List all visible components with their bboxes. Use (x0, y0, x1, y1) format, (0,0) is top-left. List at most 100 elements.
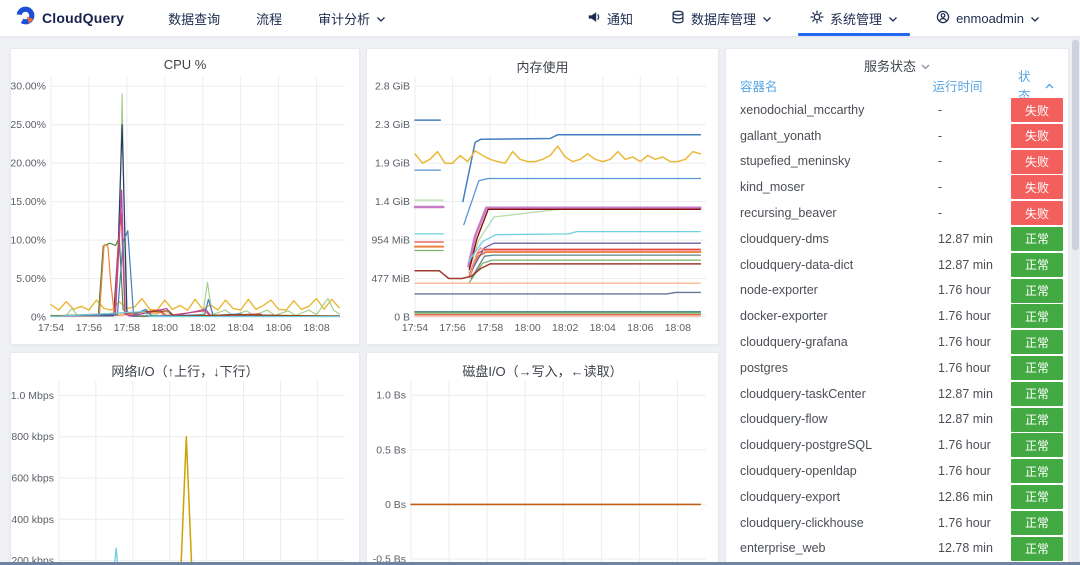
table-row[interactable]: cloudquery-clickhouse 1.76 hour 正常 (726, 510, 1068, 536)
container-name-cell: gallant_yonath (740, 128, 822, 143)
nav-item-6[interactable]: enmoadmin (922, 0, 1054, 36)
svg-text:18:08: 18:08 (303, 322, 329, 334)
table-row[interactable]: stupefied_meninsky - 失败 (726, 149, 1068, 175)
table-row[interactable]: recursing_beaver - 失败 (726, 200, 1068, 226)
nav-item-1[interactable]: 流程 (242, 0, 296, 36)
table-row[interactable]: cloudquery-openldap 1.76 hour 正常 (726, 458, 1068, 484)
status-badge: 正常 (1011, 510, 1063, 535)
nav-item-0[interactable]: 数据查询 (154, 0, 234, 36)
memory-chart-title[interactable]: 内存使用 (367, 49, 718, 75)
svg-text:25.00%: 25.00% (11, 119, 46, 131)
svg-text:18:02: 18:02 (190, 322, 216, 334)
svg-text:1.4 GiB: 1.4 GiB (375, 196, 410, 208)
container-name-cell: cloudquery-openldap (740, 464, 857, 479)
svg-text:18:06: 18:06 (627, 322, 653, 334)
container-name-cell: cloudquery-data-dict (740, 257, 854, 272)
container-name-cell: cloudquery-postgreSQL (740, 438, 873, 453)
nav-item-label: 数据库管理 (691, 11, 757, 27)
svg-text:10.00%: 10.00% (11, 235, 46, 247)
table-row[interactable]: kind_moser - 失败 (726, 174, 1068, 200)
nav-item-5[interactable]: 系统管理 (796, 0, 912, 36)
nav-item-label: 系统管理 (830, 11, 883, 27)
table-row[interactable]: gallant_yonath - 失败 (726, 123, 1068, 149)
status-table-header: 容器名 运行时间 状态 (726, 70, 1068, 103)
network-chart-title[interactable]: 网络I/O（↑上行，↓下行） (11, 353, 359, 379)
column-header-container-name[interactable]: 容器名 (740, 76, 932, 95)
chevron-down-icon (888, 11, 898, 26)
svg-text:18:06: 18:06 (265, 322, 291, 334)
table-row[interactable]: cloudquery-data-dict 12.87 min 正常 (726, 252, 1068, 278)
svg-text:18:00: 18:00 (152, 322, 178, 334)
page-scrollbar[interactable] (1072, 38, 1079, 565)
status-badge: 失败 (1011, 123, 1063, 148)
svg-text:17:54: 17:54 (402, 322, 428, 334)
container-name-cell: recursing_beaver (740, 206, 837, 221)
svg-text:0%: 0% (31, 312, 46, 324)
container-name-cell: cloudquery-clickhouse (740, 515, 864, 530)
svg-text:18:00: 18:00 (515, 322, 541, 334)
status-badge: 失败 (1011, 201, 1063, 226)
cpu-chart-title[interactable]: CPU % (11, 49, 359, 73)
top-navbar: CloudQuery 数据查询 流程 审计分析 通知 数据库管理 系统管理 enmoadm… (0, 0, 1080, 36)
disk-chart-title[interactable]: 磁盘I/O（→写入，←读取） (367, 353, 718, 379)
nav-item-4[interactable]: 数据库管理 (657, 0, 786, 36)
svg-text:1.9 GiB: 1.9 GiB (375, 158, 410, 170)
svg-text:2.8 GiB: 2.8 GiB (375, 81, 410, 93)
status-badge: 正常 (1011, 536, 1063, 561)
brand-name: CloudQuery (42, 10, 125, 26)
svg-text:18:08: 18:08 (665, 322, 691, 334)
table-row[interactable]: cloudquery-flow 12.87 min 正常 (726, 407, 1068, 433)
status-badge: 正常 (1011, 355, 1063, 380)
container-name-cell: docker-exporter (740, 309, 828, 324)
table-row[interactable]: cloudquery-export 12.86 min 正常 (726, 484, 1068, 510)
column-header-uptime[interactable]: 运行时间 (932, 76, 1018, 95)
scrollbar-thumb[interactable] (1072, 40, 1079, 250)
table-row[interactable]: xenodochial_mccarthy - 失败 (726, 97, 1068, 123)
container-name-cell: enterprise_web (740, 541, 826, 556)
nav-item-2[interactable]: 审计分析 (304, 0, 400, 36)
table-row[interactable]: enterprise_web 12.78 min 正常 (726, 536, 1068, 562)
status-badge: 失败 (1011, 149, 1063, 174)
table-row[interactable]: docker-exporter 1.76 hour 正常 (726, 303, 1068, 329)
service-status-title[interactable]: 服务状态 (726, 49, 1068, 75)
nav-item-label: 审计分析 (318, 11, 371, 27)
cpu-chart: 17:54 17:56 17:58 18:00 18:02 18:04 18:06 18:08… (11, 77, 345, 334)
nav-item-label: 数据查询 (168, 11, 221, 27)
svg-text:954 MiB: 954 MiB (371, 235, 410, 247)
table-row[interactable]: cloudquery-dms 12.87 min 正常 (726, 226, 1068, 252)
network-panel: 网络I/O（↑上行，↓下行） 17:5417:5617:5818:0018:02… (10, 352, 360, 565)
container-name-cell: cloudquery-export (740, 489, 841, 504)
status-badge: 失败 (1011, 98, 1063, 122)
cpu-panel: CPU % 17:54 17:56 17:58 18:00 18:02 18:04 18:0… (10, 48, 360, 345)
sort-asc-icon (1045, 78, 1054, 92)
status-badge: 正常 (1011, 226, 1063, 251)
chevron-down-icon (762, 11, 772, 26)
container-name-cell: postgres (740, 360, 788, 375)
brand[interactable]: CloudQuery (0, 0, 124, 36)
svg-text:5.00%: 5.00% (16, 273, 46, 285)
container-name-cell: node-exporter (740, 283, 818, 298)
container-name-cell: kind_moser (740, 180, 805, 195)
container-name-cell: cloudquery-taskCenter (740, 386, 866, 401)
status-badge: 正常 (1011, 381, 1063, 406)
svg-text:17:54: 17:54 (38, 322, 64, 334)
nav-item-3[interactable]: 通知 (573, 0, 647, 36)
svg-text:0 B: 0 B (394, 312, 410, 324)
gear-icon (810, 9, 824, 27)
svg-text:17:58: 17:58 (477, 322, 503, 334)
svg-text:20.00%: 20.00% (11, 158, 46, 170)
svg-text:18:02: 18:02 (552, 322, 578, 334)
status-badge: 正常 (1011, 407, 1063, 432)
nav-item-label: enmoadmin (956, 10, 1024, 26)
status-badge: 正常 (1011, 459, 1063, 484)
column-label: 容器名 (740, 79, 778, 94)
status-badge: 正常 (1011, 278, 1063, 303)
container-name-cell: cloudquery-dms (740, 231, 829, 246)
table-row[interactable]: node-exporter 1.76 hour 正常 (726, 278, 1068, 304)
table-row[interactable]: cloudquery-postgreSQL 1.76 hour 正常 (726, 432, 1068, 458)
table-row[interactable]: cloudquery-taskCenter 12.87 min 正常 (726, 381, 1068, 407)
table-row[interactable]: cloudquery-grafana 1.76 hour 正常 (726, 329, 1068, 355)
cloudquery-logo-icon (16, 6, 35, 30)
table-row[interactable]: postgres 1.76 hour 正常 (726, 355, 1068, 381)
svg-text:800 kbps: 800 kbps (11, 431, 54, 443)
